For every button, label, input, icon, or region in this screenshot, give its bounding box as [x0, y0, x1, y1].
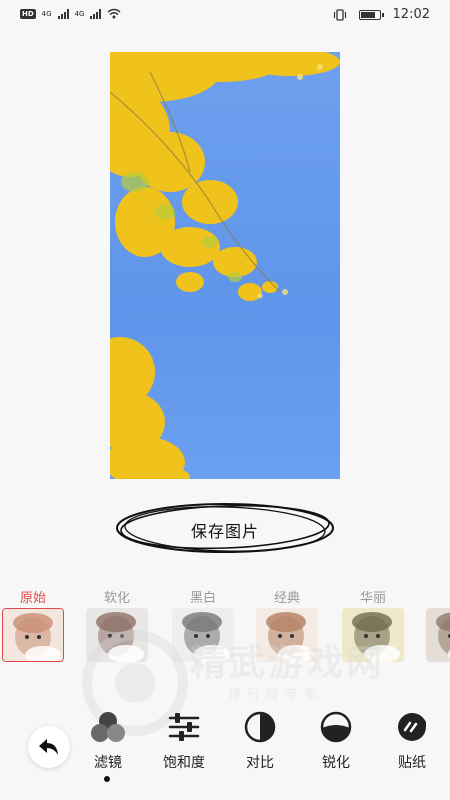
filter-name: 华丽 [359, 591, 386, 606]
selected-tool-indicator [104, 776, 110, 782]
save-image-label: 保存图片 [190, 522, 259, 541]
filter-item[interactable]: 软化 [84, 590, 150, 662]
tool-contrast[interactable]: 对比 [230, 710, 290, 772]
save-image-button[interactable]: 保存图片 [112, 500, 338, 556]
sim2-network-label: 4G [74, 9, 85, 18]
undo-arrow-icon [39, 739, 58, 755]
tool-sharpen[interactable]: 锐化 [306, 710, 366, 772]
filter-item[interactable]: 黑白 [170, 590, 236, 662]
filter-name: 原始 [19, 591, 46, 606]
filter-name: 黑白 [189, 591, 216, 606]
sliders-icon [168, 713, 200, 741]
filter-thumbnail [86, 608, 148, 662]
ginkgo-photo [110, 52, 340, 479]
tool-saturation[interactable]: 饱和度 [154, 710, 214, 772]
filter-item[interactable]: 华丽 [340, 590, 406, 662]
photo-preview[interactable] [110, 52, 340, 479]
tool-contrast-label: 对比 [246, 755, 274, 771]
undo-button[interactable] [28, 726, 70, 768]
filter-name: 经典 [273, 591, 300, 606]
sticker-icon [398, 713, 426, 741]
tool-filter[interactable]: 滤镜 [78, 710, 138, 772]
filter-name: 复 [424, 590, 450, 608]
filter-item[interactable]: 原始 [0, 590, 66, 662]
hd-badge: HD [20, 8, 36, 19]
filter-item[interactable]: 经典 [254, 590, 320, 662]
tool-saturation-label: 饱和度 [163, 755, 205, 771]
vibrate-icon [333, 8, 346, 21]
filter-thumbnail [2, 608, 64, 662]
tool-sharpen-label: 锐化 [322, 755, 350, 771]
clock: 12:02 [392, 7, 430, 22]
tool-sticker-label: 贴纸 [398, 755, 426, 771]
contrast-icon [244, 711, 276, 743]
filter-circles-icon [91, 712, 125, 742]
filter-strip[interactable]: 原始 软化 黑白 经典 华丽 复 [0, 590, 450, 666]
tool-filter-label: 滤镜 [94, 755, 122, 771]
watermark-subtitle: 排行榜专家 [228, 688, 324, 703]
sharpen-icon [320, 711, 352, 743]
filter-item[interactable]: 复 [424, 590, 450, 662]
filter-thumbnail [342, 608, 404, 662]
filter-thumbnail [172, 608, 234, 662]
signal-icon [90, 8, 102, 19]
tool-sticker[interactable]: 贴纸 [382, 710, 442, 772]
filter-name: 软化 [103, 591, 130, 606]
wifi-icon [107, 8, 121, 19]
filter-thumbnail [256, 608, 318, 662]
sim1-network-label: 4G [41, 9, 52, 18]
signal-icon [57, 8, 69, 19]
battery-icon [358, 9, 384, 20]
status-bar: HD 4G 4G 12:02 [0, 0, 450, 30]
filter-thumbnail [426, 608, 450, 662]
